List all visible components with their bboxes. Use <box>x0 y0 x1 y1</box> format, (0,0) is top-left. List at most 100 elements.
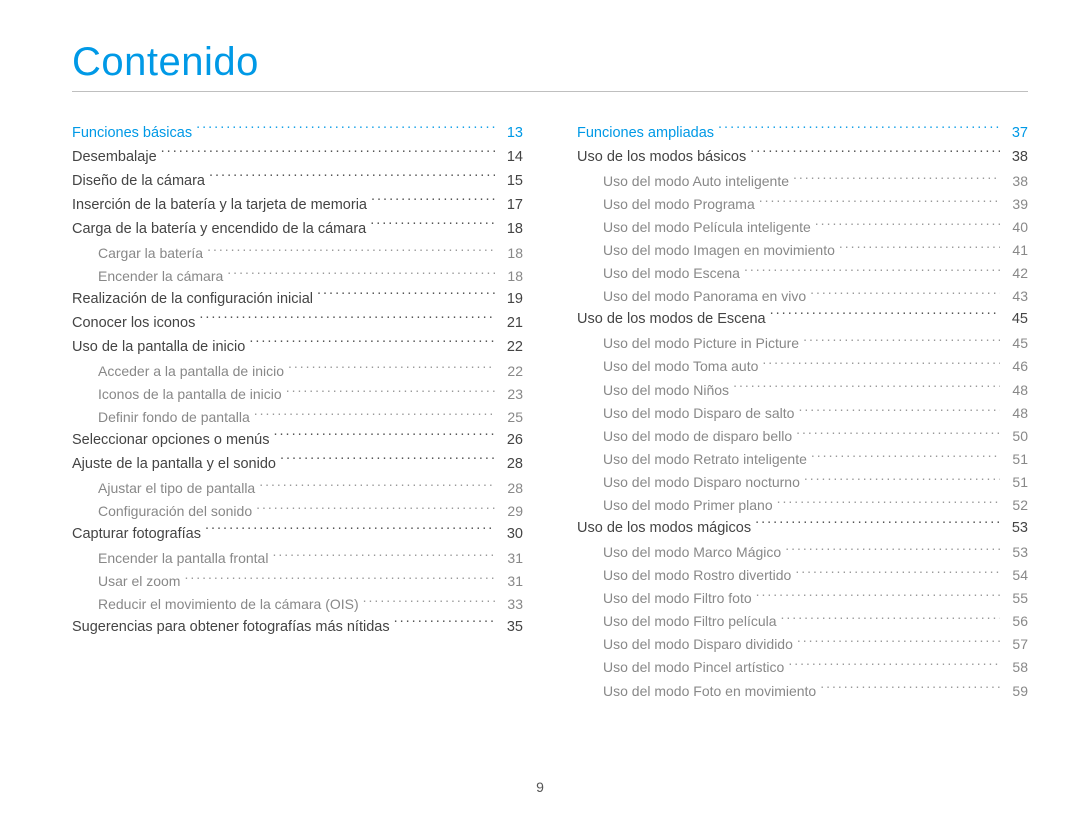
toc-entry[interactable]: Uso del modo Toma auto 46 <box>577 355 1028 378</box>
toc-label: Uso del modo Filtro foto <box>603 587 752 610</box>
toc-entry[interactable]: Uso del modo Panorama en vivo43 <box>577 285 1028 308</box>
toc-entry[interactable]: Funciones ampliadas37 <box>577 122 1028 146</box>
toc-leader-dots <box>288 362 495 376</box>
toc-entry[interactable]: Iconos de la pantalla de inicio23 <box>72 383 523 406</box>
toc-leader-dots <box>756 589 1000 603</box>
toc-entry[interactable]: Diseño de la cámara15 <box>72 170 523 194</box>
toc-page-num: 18 <box>499 265 523 288</box>
toc-page-num: 54 <box>1004 564 1028 587</box>
toc-entry[interactable]: Uso de la pantalla de inicio22 <box>72 336 523 360</box>
toc-entry[interactable]: Uso del modo Película inteligente40 <box>577 216 1028 239</box>
toc-leader-dots <box>363 595 495 609</box>
toc-label: Uso del modo de disparo bello <box>603 425 792 448</box>
toc-label: Configuración del sonido <box>98 500 252 523</box>
toc-entry[interactable]: Usar el zoom31 <box>72 570 523 593</box>
toc-leader-dots <box>755 518 1000 533</box>
toc-label: Uso del modo Niños <box>603 379 729 402</box>
toc-entry[interactable]: Carga de la batería y encendido de la cá… <box>72 218 523 242</box>
toc-leader-dots <box>280 453 495 468</box>
toc-entry[interactable]: Definir fondo de pantalla25 <box>72 406 523 429</box>
toc-entry[interactable]: Uso del modo Rostro divertido54 <box>577 564 1028 587</box>
toc-entry[interactable]: Uso del modo Picture in Picture 45 <box>577 332 1028 355</box>
toc-label: Uso del modo Escena <box>603 262 740 285</box>
toc-entry[interactable]: Uso del modo Escena42 <box>577 262 1028 285</box>
toc-page-num: 53 <box>1004 541 1028 564</box>
toc-page-num: 18 <box>499 242 523 265</box>
toc-entry[interactable]: Uso del modo Disparo nocturno51 <box>577 471 1028 494</box>
toc-entry[interactable]: Uso del modo Marco Mágico53 <box>577 541 1028 564</box>
toc-label: Reducir el movimiento de la cámara (OIS) <box>98 593 359 616</box>
toc-page-num: 45 <box>1004 332 1028 355</box>
toc-page-num: 48 <box>1004 379 1028 402</box>
toc-entry[interactable]: Acceder a la pantalla de inicio 22 <box>72 360 523 383</box>
toc-label: Capturar fotografías <box>72 523 201 547</box>
toc-entry[interactable]: Realización de la configuración inicial1… <box>72 288 523 312</box>
toc-entry[interactable]: Uso del modo Programa39 <box>577 193 1028 216</box>
toc-entry[interactable]: Uso del modo Primer plano52 <box>577 494 1028 517</box>
toc-leader-dots <box>199 312 495 327</box>
toc-entry[interactable]: Uso de los modos de Escena45 <box>577 308 1028 332</box>
toc-label: Uso del modo Programa <box>603 193 755 216</box>
toc-entry[interactable]: Conocer los iconos21 <box>72 312 523 336</box>
toc-entry[interactable]: Funciones básicas13 <box>72 122 523 146</box>
toc-page-num: 35 <box>499 616 523 640</box>
toc-entry[interactable]: Cargar la batería18 <box>72 242 523 265</box>
toc-leader-dots <box>785 543 1000 557</box>
toc-entry[interactable]: Uso de los modos mágicos53 <box>577 517 1028 541</box>
toc-label: Uso del modo Toma auto <box>603 355 758 378</box>
toc-entry[interactable]: Uso de los modos básicos38 <box>577 146 1028 170</box>
toc-leader-dots <box>795 566 1000 580</box>
toc-entry[interactable]: Uso del modo Imagen en movimiento41 <box>577 239 1028 262</box>
toc-label: Desembalaje <box>72 146 157 170</box>
toc-page-num: 25 <box>499 406 523 429</box>
toc-entry[interactable]: Uso del modo Filtro foto 55 <box>577 587 1028 610</box>
toc-entry[interactable]: Ajustar el tipo de pantalla28 <box>72 477 523 500</box>
toc-entry[interactable]: Uso del modo Pincel artístico58 <box>577 656 1028 679</box>
toc-entry[interactable]: Uso del modo Retrato inteligente51 <box>577 448 1028 471</box>
toc-entry[interactable]: Encender la cámara 18 <box>72 265 523 288</box>
toc-page-num: 13 <box>499 122 523 146</box>
toc-leader-dots <box>811 450 1000 464</box>
toc-entry[interactable]: Uso del modo de disparo bello50 <box>577 425 1028 448</box>
toc-page-num: 55 <box>1004 587 1028 610</box>
toc-entry[interactable]: Ajuste de la pantalla y el sonido28 <box>72 453 523 477</box>
toc-leader-dots <box>207 244 495 258</box>
toc-leader-dots <box>370 218 495 233</box>
toc-page-num: 26 <box>499 429 523 453</box>
toc-label: Uso del modo Disparo de salto <box>603 402 794 425</box>
toc-leader-dots <box>777 496 1000 510</box>
toc-label: Uso del modo Retrato inteligente <box>603 448 807 471</box>
toc-entry[interactable]: Desembalaje14 <box>72 146 523 170</box>
toc-entry[interactable]: Configuración del sonido29 <box>72 500 523 523</box>
toc-label: Conocer los iconos <box>72 312 195 336</box>
toc-label: Uso del modo Picture in Picture <box>603 332 799 355</box>
toc-entry[interactable]: Reducir el movimiento de la cámara (OIS)… <box>72 593 523 616</box>
toc-label: Ajuste de la pantalla y el sonido <box>72 453 276 477</box>
toc-leader-dots <box>184 572 495 586</box>
toc-entry[interactable]: Encender la pantalla frontal31 <box>72 547 523 570</box>
toc-page-num: 52 <box>1004 494 1028 517</box>
toc-entry[interactable]: Uso del modo Niños 48 <box>577 379 1028 402</box>
toc-label: Seleccionar opciones o menús <box>72 429 269 453</box>
toc-entry[interactable]: Uso del modo Auto inteligente38 <box>577 170 1028 193</box>
toc-entry[interactable]: Uso del modo Filtro película56 <box>577 610 1028 633</box>
toc-entry[interactable]: Uso del modo Foto en movimiento59 <box>577 680 1028 703</box>
toc-entry[interactable]: Seleccionar opciones o menús 26 <box>72 429 523 453</box>
toc-label: Uso del modo Película inteligente <box>603 216 811 239</box>
toc-leader-dots <box>750 146 1000 161</box>
toc-label: Encender la cámara <box>98 265 223 288</box>
toc-page-num: 46 <box>1004 355 1028 378</box>
toc-leader-dots <box>317 288 495 303</box>
toc-entry[interactable]: Inserción de la batería y la tarjeta de … <box>72 194 523 218</box>
toc-label: Acceder a la pantalla de inicio <box>98 360 284 383</box>
toc-page-num: 33 <box>499 593 523 616</box>
toc-entry[interactable]: Sugerencias para obtener fotografías más… <box>72 616 523 640</box>
toc-entry[interactable]: Uso del modo Disparo dividido57 <box>577 633 1028 656</box>
toc-label: Uso del modo Imagen en movimiento <box>603 239 835 262</box>
toc-entry[interactable]: Capturar fotografías30 <box>72 523 523 547</box>
toc-label: Sugerencias para obtener fotografías más… <box>72 616 390 640</box>
toc-entry[interactable]: Uso del modo Disparo de salto48 <box>577 402 1028 425</box>
toc-page-num: 56 <box>1004 610 1028 633</box>
toc-leader-dots <box>770 309 1000 324</box>
toc-page-num: 22 <box>499 360 523 383</box>
